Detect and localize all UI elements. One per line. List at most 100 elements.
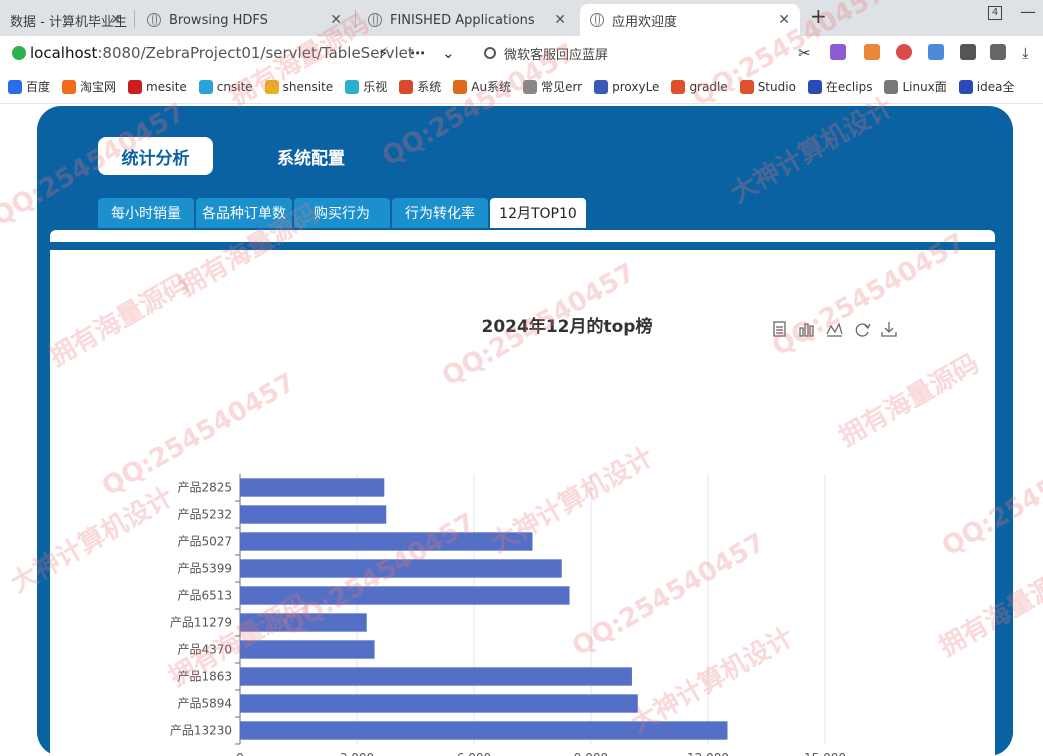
bookmark-label: 淘宝网: [80, 80, 117, 94]
bar-产品5894[interactable]: [240, 694, 638, 713]
x-tick-label: 6,000: [457, 751, 491, 756]
extension-icon[interactable]: [864, 44, 880, 60]
bookmark-item[interactable]: Studio: [739, 79, 796, 94]
bookmark-icon: [399, 79, 414, 94]
bookmark-icon: [345, 79, 360, 94]
bookmark-item[interactable]: mesite: [128, 79, 187, 94]
secure-icon: [12, 46, 26, 60]
line-icon[interactable]: [826, 322, 843, 337]
subtab-dec-top10[interactable]: 12月TOP10: [490, 198, 586, 228]
browser-tab-1[interactable]: 数据 - 计算机毕业生 ✕: [0, 4, 132, 36]
puzzle-icon[interactable]: [990, 44, 1006, 60]
bookmark-icon: [198, 79, 213, 94]
subtab-orders-by-type[interactable]: 各品种订单数: [196, 198, 292, 228]
x-tick-label: 12,000: [687, 751, 729, 756]
translate-icon[interactable]: [830, 44, 846, 60]
close-icon[interactable]: ✕: [778, 12, 790, 28]
bookmark-item[interactable]: 淘宝网: [62, 78, 116, 95]
address-bar-row: localhost:8080/ZebraProject01/servlet/Ta…: [0, 36, 1043, 70]
tab-title: FINISHED Applications: [390, 12, 535, 28]
close-icon[interactable]: ✕: [554, 12, 566, 28]
bookmark-icon: [739, 79, 754, 94]
bookmark-item[interactable]: 系统: [399, 78, 441, 95]
bookmark-icon: [807, 79, 822, 94]
subtab-conversion-rate[interactable]: 行为转化率: [392, 198, 488, 228]
bookmark-item[interactable]: shensite: [264, 79, 333, 94]
subtab-hourly-sales[interactable]: 每小时销量: [98, 198, 194, 228]
bookmark-label: Studio: [757, 79, 796, 94]
bar-产品11279[interactable]: [240, 613, 367, 632]
close-icon[interactable]: ✕: [110, 12, 122, 28]
bar-产品5399[interactable]: [240, 559, 562, 578]
browser-tab-4[interactable]: 应用欢迎度 ✕: [580, 4, 800, 36]
bookmark-icon: [8, 79, 22, 94]
y-tick-label: 产品1863: [177, 670, 232, 684]
bookmark-label: mesite: [146, 79, 187, 94]
y-tick-label: 产品5399: [177, 562, 232, 576]
data-view-icon[interactable]: [773, 321, 786, 337]
y-tick-label: 产品5027: [177, 535, 232, 549]
subtab-purchase-behavior[interactable]: 购买行为: [294, 198, 390, 228]
new-tab-icon[interactable]: +: [810, 4, 827, 28]
chart-toolbox: [773, 321, 897, 337]
bar-产品5232[interactable]: [240, 505, 387, 524]
tab-statistics[interactable]: 统计分析: [98, 137, 213, 175]
shield-icon[interactable]: [960, 44, 976, 60]
bookmark-icon: [523, 79, 538, 94]
bookmark-item[interactable]: gradle: [671, 79, 728, 94]
tab-system-config[interactable]: 系统配置: [267, 137, 355, 175]
bookmark-label: 乐视: [363, 80, 388, 94]
bookmark-item[interactable]: Linux面: [884, 78, 947, 95]
address-bar[interactable]: localhost:8080/ZebraProject01/servlet/Ta…: [6, 40, 466, 66]
bar-产品5027[interactable]: [240, 532, 533, 551]
mail-icon[interactable]: [928, 44, 944, 60]
bookmark-item[interactable]: 在eclips: [807, 78, 872, 95]
y-tick-label: 产品4370: [177, 643, 232, 657]
tab-count-badge[interactable]: 4: [988, 6, 1002, 20]
app-panel: 统计分析 系统配置 每小时销量 各品种订单数 购买行为 行为转化率 12月TOP…: [37, 106, 1013, 756]
more-icon[interactable]: ⋯: [410, 44, 425, 62]
y-tick-label: 产品5232: [177, 508, 232, 522]
search-box[interactable]: 微软客服回应蓝屏: [478, 40, 778, 66]
refresh-icon[interactable]: [855, 323, 871, 337]
lightning-icon[interactable]: ⚡: [378, 44, 389, 62]
bookmark-icon: [128, 79, 143, 94]
bookmark-item[interactable]: cnsite: [198, 79, 253, 94]
bar-产品13230[interactable]: [240, 721, 728, 740]
chevron-down-icon[interactable]: ⌄: [442, 44, 455, 62]
browser-tab-3[interactable]: FINISHED Applications ✕: [358, 4, 576, 36]
search-text: 微软客服回应蓝屏: [504, 47, 609, 63]
bar-icon[interactable]: [799, 323, 814, 337]
close-icon[interactable]: ✕: [330, 12, 342, 28]
scissors-icon[interactable]: ✂: [798, 44, 811, 62]
bar-产品4370[interactable]: [240, 640, 375, 659]
minimize-icon[interactable]: —: [1020, 2, 1036, 21]
bookmark-label: 百度: [26, 80, 51, 94]
bookmark-item[interactable]: idea全: [958, 78, 1015, 95]
eye-icon[interactable]: [896, 44, 912, 60]
x-axis-labels: 0 3,000 6,000 9,000 12,000 15,000: [236, 751, 846, 756]
bookmark-label: proxyLe: [612, 79, 660, 94]
bookmark-label: cnsite: [216, 79, 253, 94]
url-host: localhost: [30, 44, 98, 62]
download-icon[interactable]: [881, 322, 897, 337]
bookmark-item[interactable]: Au系统: [453, 78, 511, 95]
bar-产品1863[interactable]: [240, 667, 632, 686]
top10-bar-chart: 2024年12月的top榜 产品13230产品5894产品1863产品4370产…: [170, 316, 897, 756]
bookmark-icon: [671, 79, 686, 94]
bookmark-item[interactable]: 百度: [8, 78, 50, 95]
chart-bars: [240, 478, 728, 740]
bookmark-icon: [884, 79, 899, 94]
bar-产品2825[interactable]: [240, 478, 385, 497]
y-tick-label: 产品5894: [177, 697, 232, 711]
browser-tab-2[interactable]: Browsing HDFS ✕: [137, 4, 352, 36]
panel-strip: [50, 230, 995, 242]
bookmark-item[interactable]: 常见err: [523, 78, 582, 95]
bookmark-item[interactable]: proxyLe: [594, 79, 660, 94]
y-axis-labels: 产品13230 产品5894 产品1863 产品4370 产品11279 产品6513 产品…: [170, 481, 240, 745]
x-tick-label: 0: [236, 751, 244, 756]
tab-title: Browsing HDFS: [169, 12, 268, 28]
bookmark-item[interactable]: 乐视: [345, 78, 387, 95]
bar-产品6513[interactable]: [240, 586, 570, 605]
download-icon[interactable]: ⤓: [1022, 44, 1029, 62]
